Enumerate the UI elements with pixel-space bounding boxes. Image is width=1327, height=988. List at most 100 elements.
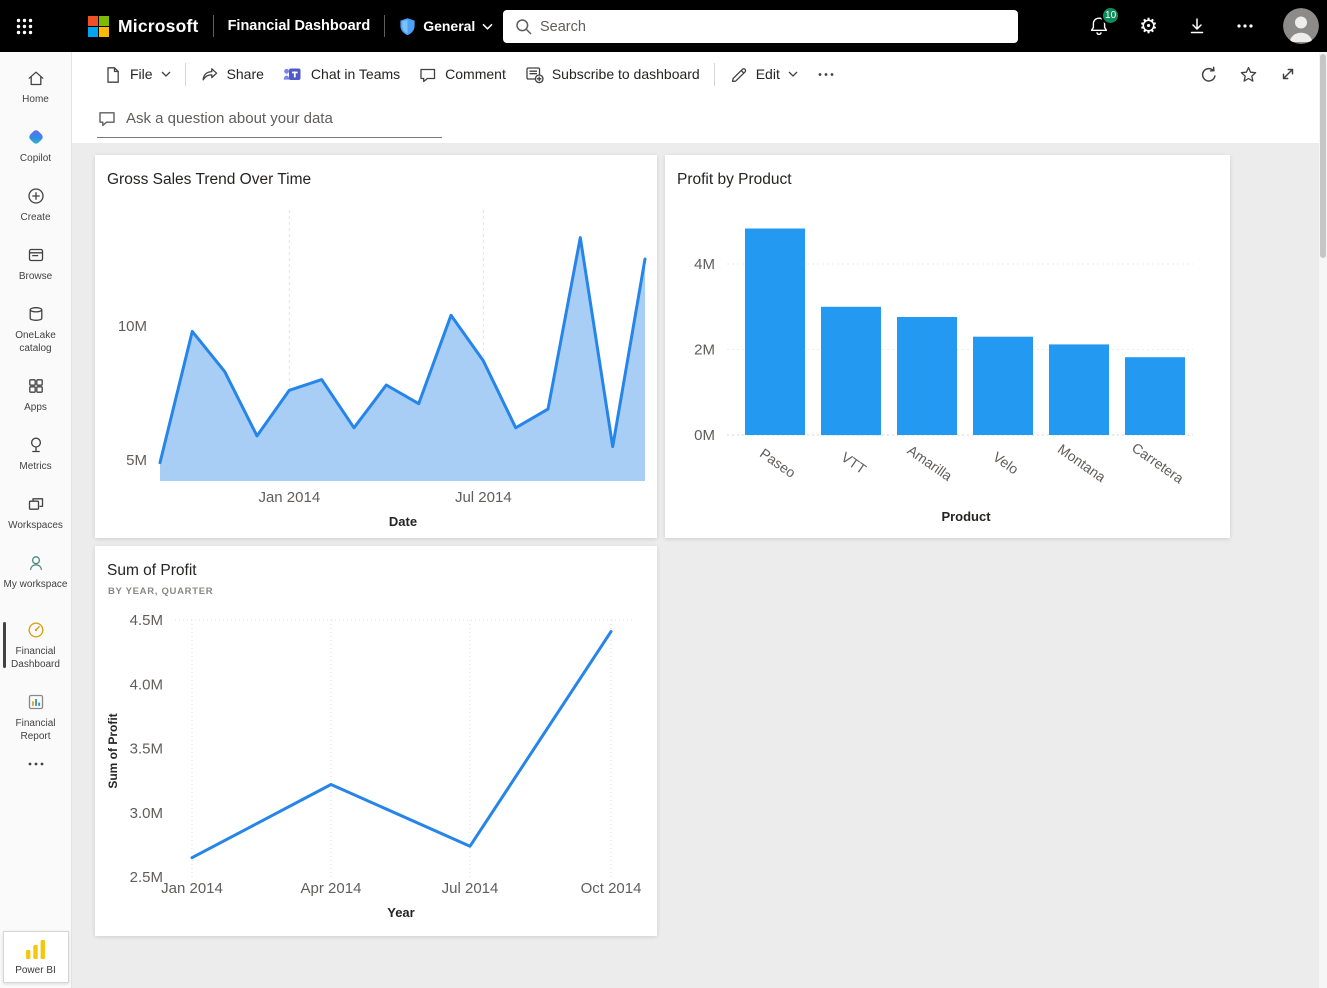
edit-button[interactable]: Edit	[720, 59, 807, 90]
file-menu-button[interactable]: File	[94, 59, 180, 90]
toolbar-more-button[interactable]	[807, 66, 845, 83]
account-avatar[interactable]	[1283, 8, 1319, 44]
svg-text:Montana: Montana	[1055, 441, 1109, 485]
download-button[interactable]	[1187, 16, 1207, 36]
waffle-icon	[16, 18, 33, 35]
sidebar-item-onelake-catalog[interactable]: OneLake catalog	[1, 294, 71, 364]
sidebar-item-copilot[interactable]: Copilot	[1, 117, 71, 174]
svg-text:5M: 5M	[126, 452, 147, 469]
ellipsis-icon	[1236, 23, 1254, 29]
svg-text:Carretera: Carretera	[1129, 439, 1187, 486]
favorite-star-icon	[1239, 65, 1258, 84]
svg-text:4M: 4M	[694, 256, 715, 273]
toolbar-right-actions	[1191, 57, 1305, 91]
edit-pencil-icon	[729, 65, 748, 84]
tile-sum-of-profit[interactable]: Sum of Profit BY YEAR, QUARTER 2.5M3.0M3…	[95, 546, 657, 936]
sidebar-item-workspaces[interactable]: Workspaces	[1, 484, 71, 541]
svg-text:2M: 2M	[694, 342, 715, 359]
top-app-bar: Microsoft Financial Dashboard General 10…	[0, 0, 1327, 52]
copilot-icon	[26, 127, 46, 147]
sidebar-item-my-workspace[interactable]: My workspace	[1, 543, 71, 600]
person-icon	[26, 553, 46, 573]
tile-profit-by-product[interactable]: Profit by Product 0M2M4MPaseoVTTAmarilla…	[665, 155, 1230, 538]
sidebar-item-home[interactable]: Home	[1, 58, 71, 115]
svg-text:Product: Product	[941, 509, 991, 524]
svg-text:4.5M: 4.5M	[130, 612, 163, 629]
qna-ask-question	[97, 108, 442, 138]
vertical-scrollbar-track[interactable]	[1319, 52, 1327, 988]
toolbar-separator	[185, 63, 186, 86]
svg-text:Jul 2014: Jul 2014	[455, 489, 512, 506]
sidebar-item-create[interactable]: Create	[1, 176, 71, 233]
comment-button[interactable]: Comment	[409, 59, 515, 90]
settings-button[interactable]: ⚙	[1139, 16, 1158, 37]
dashboard-toolbar: File Share Chat in Teams Comment	[72, 52, 1319, 96]
sidebar-more-button[interactable]	[21, 756, 51, 772]
refresh-icon	[1199, 65, 1218, 84]
share-button[interactable]: Share	[191, 59, 273, 90]
page-title: Financial Dashboard	[228, 18, 371, 34]
svg-text:3.5M: 3.5M	[130, 741, 163, 758]
search-input[interactable]	[540, 19, 1006, 35]
power-bi-label: Power BI	[15, 965, 56, 976]
svg-text:Jan 2014: Jan 2014	[161, 880, 223, 897]
svg-text:VTT: VTT	[838, 449, 869, 478]
subscribe-button[interactable]: Subscribe to dashboard	[515, 58, 709, 90]
sidebar-item-financial-report[interactable]: Financial Report	[1, 682, 71, 752]
sidebar-item-browse[interactable]: Browse	[1, 235, 71, 292]
topbar-divider	[384, 15, 385, 37]
sidebar-item-financial-dashboard[interactable]: Financial Dashboard	[1, 610, 71, 680]
notifications-button[interactable]: 10	[1088, 15, 1110, 37]
waffle-menu-button[interactable]	[0, 0, 48, 52]
chat-in-teams-button[interactable]: Chat in Teams	[273, 58, 409, 90]
report-chart-icon	[26, 692, 46, 712]
tile-gross-sales-trend[interactable]: Gross Sales Trend Over Time Jan 2014Jul …	[95, 155, 657, 538]
svg-text:0M: 0M	[694, 427, 715, 444]
search-icon	[515, 18, 532, 35]
topbar-divider	[213, 15, 214, 37]
chevron-down-icon	[482, 23, 493, 30]
microsoft-logo-icon	[88, 16, 109, 37]
main-content: File Share Chat in Teams Comment	[72, 52, 1319, 988]
workspaces-icon	[26, 494, 46, 514]
metrics-icon	[26, 435, 46, 455]
line-chart-sum-of-profit: 2.5M3.0M3.5M4.0M4.5MJan 2014Apr 2014Jul …	[95, 546, 657, 936]
topbar-actions: 10 ⚙	[1088, 0, 1319, 52]
topbar-more-button[interactable]	[1236, 23, 1254, 29]
teams-icon	[282, 64, 303, 84]
person-avatar-icon	[1283, 8, 1319, 44]
dashboard-gauge-icon	[26, 620, 46, 640]
svg-text:Apr 2014: Apr 2014	[301, 880, 362, 897]
download-icon	[1187, 16, 1207, 36]
workspace-label: General	[423, 18, 475, 34]
fullscreen-expand-button[interactable]	[1271, 57, 1305, 91]
chevron-down-icon	[161, 71, 171, 77]
power-bi-switcher[interactable]: Power BI	[3, 931, 69, 983]
bar-chart-profit-by-product: 0M2M4MPaseoVTTAmarillaVeloMontanaCarrete…	[665, 155, 1230, 538]
qna-input[interactable]	[126, 110, 442, 127]
svg-text:Oct 2014: Oct 2014	[581, 880, 642, 897]
power-bi-logo-icon	[23, 937, 48, 962]
comment-icon	[418, 65, 437, 84]
sidebar-item-apps[interactable]: Apps	[1, 366, 71, 423]
svg-text:Year: Year	[387, 905, 414, 920]
sidebar-item-metrics[interactable]: Metrics	[1, 425, 71, 482]
ellipsis-icon	[26, 761, 46, 767]
vertical-scrollbar-thumb[interactable]	[1320, 54, 1326, 258]
refresh-button[interactable]	[1191, 57, 1225, 91]
dashboard-canvas: Gross Sales Trend Over Time Jan 2014Jul …	[72, 143, 1319, 988]
speech-bubble-icon	[97, 108, 117, 128]
chevron-down-icon	[788, 71, 798, 77]
home-icon	[26, 68, 46, 88]
svg-text:Date: Date	[389, 514, 417, 529]
global-search	[503, 10, 1018, 43]
file-icon	[103, 65, 122, 84]
svg-text:Velo: Velo	[990, 449, 1022, 478]
left-nav-rail: Home Copilot Create Browse OneLake catal…	[0, 52, 72, 988]
svg-text:Jan 2014: Jan 2014	[258, 489, 320, 506]
onelake-database-icon	[26, 304, 46, 324]
favorite-button[interactable]	[1231, 57, 1265, 91]
workspace-selector[interactable]: General	[399, 17, 493, 36]
microsoft-brand[interactable]: Microsoft	[88, 16, 199, 37]
apps-grid-icon	[26, 376, 46, 396]
